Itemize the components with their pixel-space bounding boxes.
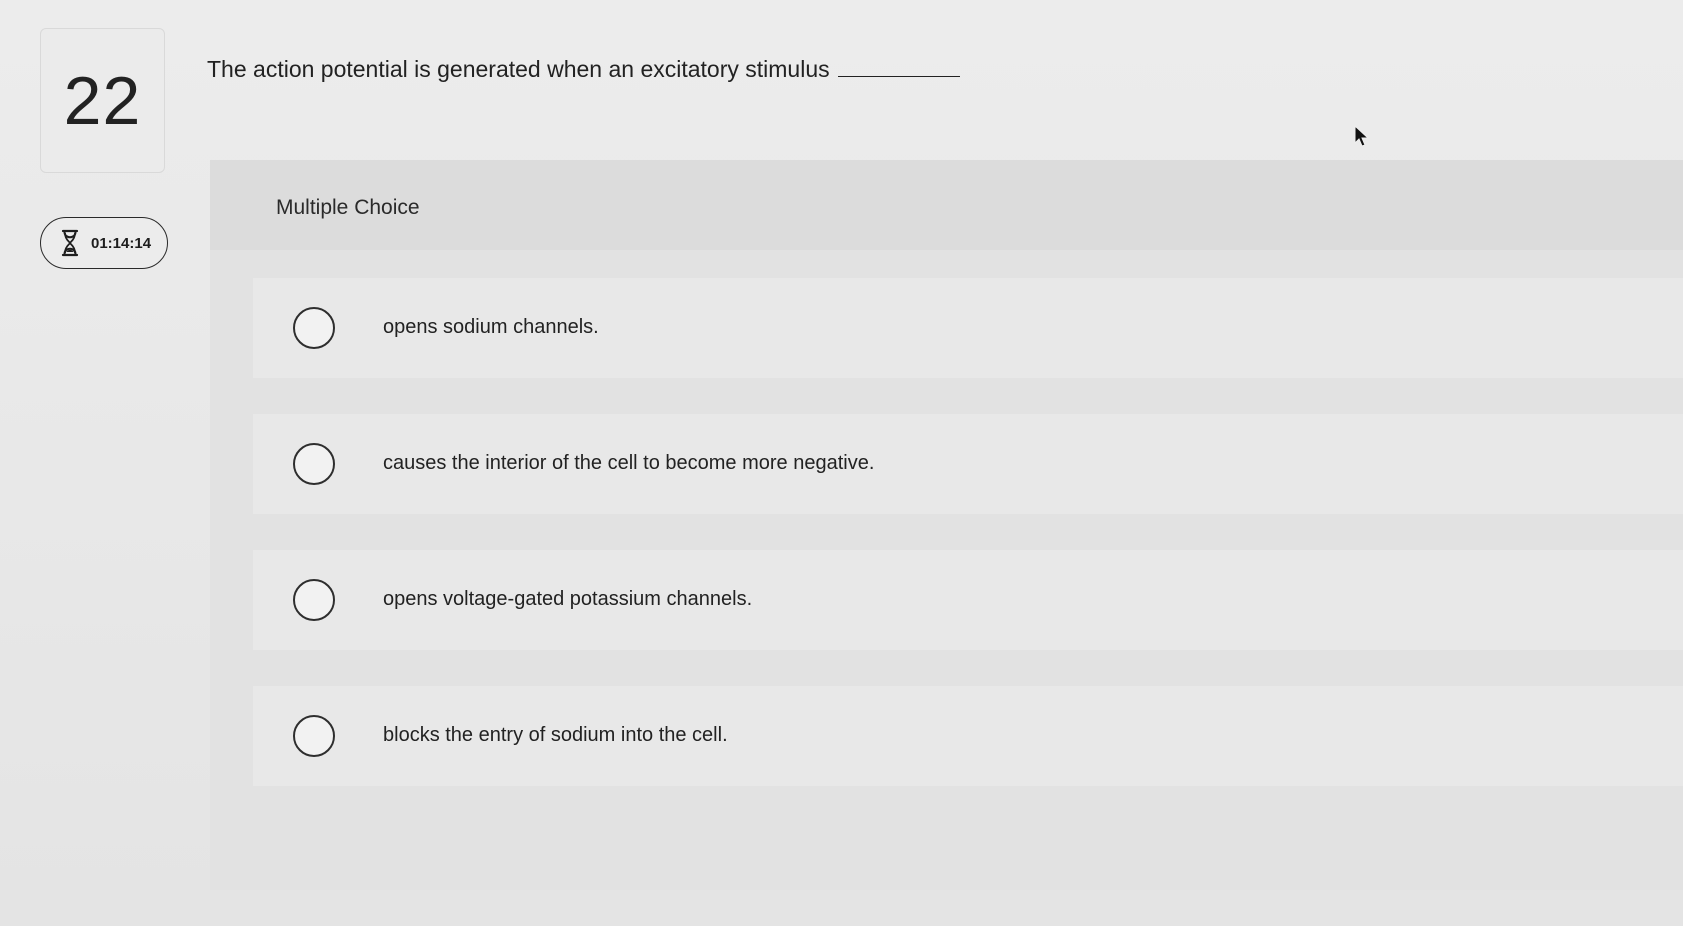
mouse-cursor-icon [1354,124,1370,149]
answer-option-label[interactable]: causes the interior of the cell to becom… [383,452,874,475]
hourglass-icon [61,229,79,257]
question-type-label: Multiple Choice [276,196,420,219]
answer-option-label[interactable]: opens voltage-gated potassium channels. [383,588,752,611]
radio-button[interactable] [293,307,335,349]
answer-option[interactable]: opens voltage-gated potassium channels. [253,550,1683,650]
timer-value: 01:14:14 [91,234,152,252]
answer-blank [837,76,960,77]
panel-header: Multiple Choice [210,160,1683,250]
question-text: The action potential is generated when a… [207,56,830,82]
question-prompt: The action potential is generated when a… [207,56,960,83]
radio-button[interactable] [293,715,335,757]
question-number-box: 22 [40,28,165,173]
answer-option-label[interactable]: opens sodium channels. [383,316,599,339]
answer-option[interactable]: causes the interior of the cell to becom… [253,414,1683,514]
radio-button[interactable] [293,579,335,621]
radio-button[interactable] [293,443,335,485]
answer-option-label[interactable]: blocks the entry of sodium into the cell… [383,724,728,747]
answer-option[interactable]: opens sodium channels. [253,278,1683,378]
question-number: 22 [63,62,142,139]
answer-option[interactable]: blocks the entry of sodium into the cell… [253,686,1683,786]
timer-badge[interactable]: 01:14:14 [40,217,168,269]
